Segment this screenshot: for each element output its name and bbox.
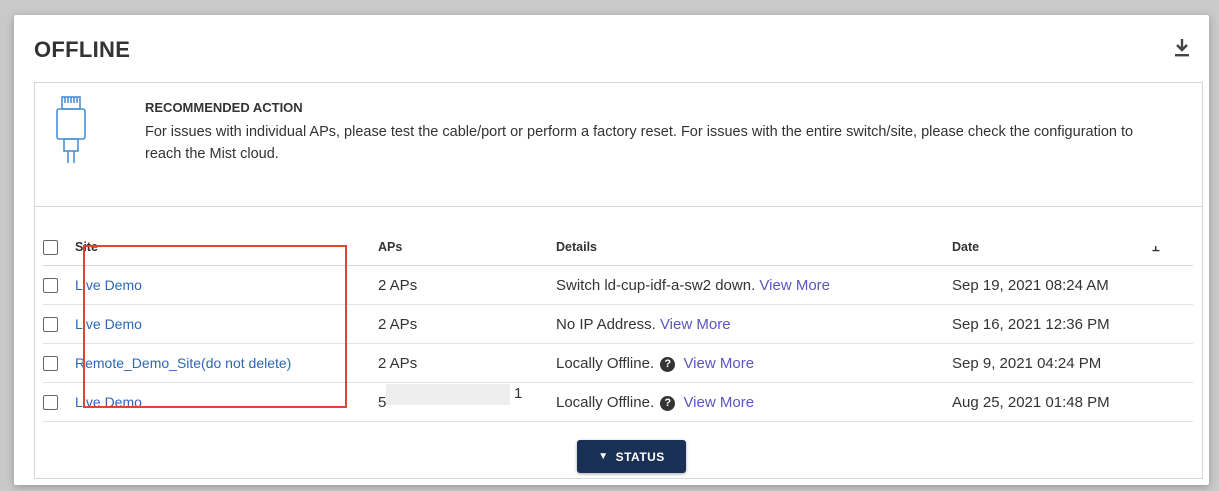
- details-cell: Locally Offline. ? View More: [556, 343, 952, 383]
- redacted-block: [386, 383, 510, 405]
- expand-columns-icon[interactable]: ⫠︎: [1152, 237, 1193, 266]
- date-cell: Aug 25, 2021 01:48 PM: [952, 382, 1152, 422]
- panel-title: OFFLINE: [34, 37, 131, 62]
- details-cell: Locally Offline. ? View More: [556, 382, 952, 422]
- view-more-link[interactable]: View More: [660, 316, 731, 333]
- caret-down-icon: ▼: [598, 451, 609, 462]
- row-checkbox[interactable]: [43, 317, 58, 333]
- details-text: Locally Offline.: [556, 354, 655, 372]
- view-more-link[interactable]: View More: [759, 277, 830, 294]
- details-text: Switch ld-cup-idf-a-sw2 down.: [556, 276, 756, 294]
- aps-count: 2 APs: [378, 265, 556, 305]
- column-header-aps[interactable]: APs: [378, 237, 556, 266]
- details-cell: No IP Address. View More: [556, 304, 952, 344]
- recommended-action-box: RECOMMENDED ACTION For issues with indiv…: [35, 83, 1202, 207]
- details-cell: Switch ld-cup-idf-a-sw2 down. View More: [556, 265, 952, 305]
- site-link[interactable]: Live Demo: [75, 394, 142, 410]
- aps-count: 2 APs: [378, 343, 556, 383]
- site-link[interactable]: Live Demo: [75, 277, 142, 293]
- row-checkbox[interactable]: [43, 395, 58, 411]
- ethernet-cable-icon: [56, 96, 86, 163]
- aps-count-tail: 1: [514, 384, 523, 402]
- offline-table: Site APs Details Date ⫠︎ Live Demo 2 APs…: [43, 237, 1193, 422]
- table-row: Live Demo 2 APs Switch ld-cup-idf-a-sw2 …: [43, 265, 1193, 305]
- download-icon[interactable]: [1173, 38, 1191, 58]
- row-checkbox[interactable]: [43, 356, 58, 372]
- site-link[interactable]: Remote_Demo_Site(do not delete): [75, 355, 291, 371]
- offline-panel: OFFLINE RECOMMENDED ACTION For issues wi…: [14, 15, 1209, 485]
- help-icon[interactable]: ?: [660, 356, 676, 372]
- offline-content: RECOMMENDED ACTION For issues with indiv…: [34, 82, 1203, 479]
- table-row: Live Demo 5 1 Locally Offline. ? View Mo…: [43, 382, 1193, 422]
- site-link[interactable]: Live Demo: [75, 316, 142, 332]
- row-checkbox[interactable]: [43, 278, 58, 294]
- view-more-link[interactable]: View More: [683, 394, 754, 411]
- table-row: Remote_Demo_Site(do not delete) 2 APs Lo…: [43, 343, 1193, 383]
- column-header-date[interactable]: Date: [952, 237, 1152, 266]
- view-more-link[interactable]: View More: [683, 355, 754, 372]
- help-icon[interactable]: ?: [660, 395, 676, 411]
- status-button-label: STATUS: [615, 449, 665, 464]
- date-cell: Sep 19, 2021 08:24 AM: [952, 265, 1152, 305]
- column-header-site[interactable]: Site: [75, 237, 378, 266]
- table-header-row: Site APs Details Date ⫠︎: [43, 237, 1193, 266]
- column-header-details[interactable]: Details: [556, 237, 952, 266]
- aps-count: 5 1: [378, 382, 556, 422]
- status-button[interactable]: ▼ STATUS: [577, 440, 686, 473]
- recommended-action-text: For issues with individual APs, please t…: [145, 124, 1134, 162]
- date-cell: Sep 16, 2021 12:36 PM: [952, 304, 1152, 344]
- table-row: Live Demo 2 APs No IP Address. View More…: [43, 304, 1193, 344]
- details-text: No IP Address.: [556, 315, 656, 333]
- select-all-checkbox[interactable]: [43, 239, 58, 255]
- date-cell: Sep 9, 2021 04:24 PM: [952, 343, 1152, 383]
- recommended-action-heading: RECOMMENDED ACTION: [145, 100, 303, 115]
- aps-count: 2 APs: [378, 304, 556, 344]
- details-text: Locally Offline.: [556, 393, 655, 411]
